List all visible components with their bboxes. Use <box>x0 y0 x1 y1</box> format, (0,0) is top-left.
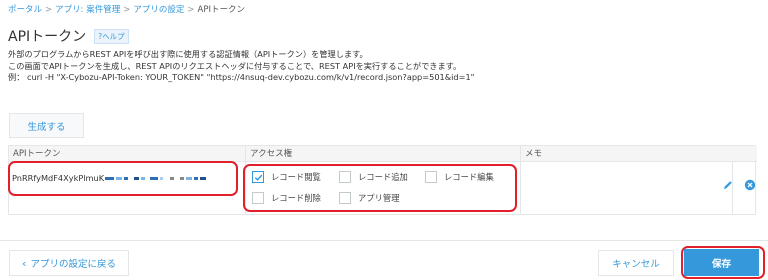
permission-record-edit[interactable]: レコード編集 <box>425 171 494 183</box>
permission-label: レコード編集 <box>444 172 494 182</box>
checkbox[interactable] <box>252 192 264 204</box>
token-prefix: PnRRfyMdF4XykPlmuK <box>12 173 105 183</box>
breadcrumb-app-prefix: アプリ: <box>55 5 87 15</box>
title-row: APIトークン ?ヘルプ <box>8 26 129 46</box>
footer-divider <box>0 240 768 241</box>
permission-label: レコード削除 <box>271 193 321 203</box>
remove-circle-icon[interactable] <box>744 179 756 191</box>
permission-app-admin[interactable]: アプリ管理 <box>339 192 400 204</box>
cancel-button[interactable]: キャンセル <box>598 250 674 276</box>
breadcrumb-current: APIトークン <box>197 5 245 15</box>
checkbox[interactable] <box>425 171 437 183</box>
permission-record-view[interactable]: レコード閲覧 <box>252 171 321 183</box>
column-header-access: アクセス権 <box>246 146 521 162</box>
breadcrumb-portal[interactable]: ポータル <box>8 5 42 15</box>
check-icon <box>254 174 262 181</box>
save-button[interactable]: 保存 <box>684 249 759 276</box>
description: 外部のプログラムからREST APIを呼び出す際に使用する認証情報（APIトーク… <box>8 49 474 84</box>
help-link[interactable]: ?ヘルプ <box>94 28 129 44</box>
page-title: APIトークン <box>8 29 87 45</box>
checkbox[interactable] <box>339 171 351 183</box>
checkbox[interactable] <box>339 192 351 204</box>
token-table: APIトークン アクセス権 メモ PnRRfyMdF4XykPlmuK レコード… <box>8 145 757 215</box>
token-value[interactable]: PnRRfyMdF4XykPlmuK <box>12 173 207 183</box>
permission-record-delete[interactable]: レコード削除 <box>252 192 321 204</box>
breadcrumb-app[interactable]: アプリ: 案件管理 <box>55 5 120 15</box>
permission-record-add[interactable]: レコード追加 <box>339 171 408 183</box>
column-header-memo: メモ <box>521 146 757 162</box>
checkbox[interactable] <box>252 171 264 183</box>
breadcrumb: ポータル > アプリ: 案件管理 > アプリの設定 > APIトークン <box>8 3 245 15</box>
column-divider <box>245 146 246 214</box>
breadcrumb-separator: > <box>187 5 195 15</box>
permission-label: レコード閲覧 <box>271 172 321 182</box>
pencil-icon[interactable] <box>722 179 734 191</box>
column-header-token: APIトークン <box>9 146 246 162</box>
permission-label: レコード追加 <box>358 172 408 182</box>
description-line: 外部のプログラムからREST APIを呼び出す際に使用する認証情報（APIトーク… <box>8 49 368 59</box>
breadcrumb-app-name: 案件管理 <box>86 5 121 15</box>
breadcrumb-app-settings[interactable]: アプリの設定 <box>133 5 184 15</box>
breadcrumb-separator: > <box>123 5 131 15</box>
description-example: 例： curl -H "X-Cybozu-API-Token: YOUR_TOK… <box>8 72 475 82</box>
chevron-left-icon: ‹ <box>22 256 27 270</box>
breadcrumb-separator: > <box>45 5 53 15</box>
token-masked <box>105 176 207 180</box>
back-label: アプリの設定に戻る <box>30 259 116 270</box>
generate-token-button[interactable]: 生成する <box>9 113 84 138</box>
back-to-settings-button[interactable]: ‹ アプリの設定に戻る <box>9 250 129 276</box>
permission-label: アプリ管理 <box>358 193 400 203</box>
column-divider <box>520 146 521 214</box>
description-line: この画面でAPIトークンを生成し、REST APIのリクエストヘッダに付与するこ… <box>8 60 462 71</box>
